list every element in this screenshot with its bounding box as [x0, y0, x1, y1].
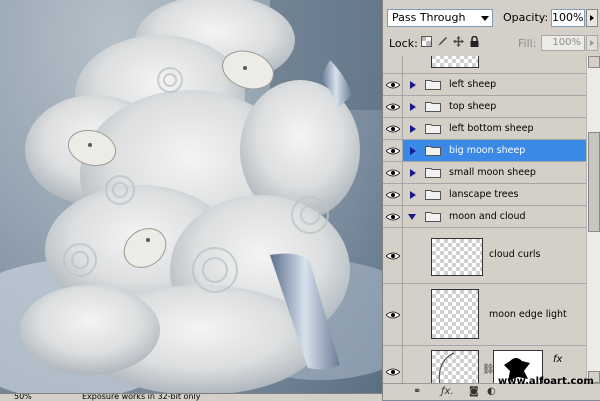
- folder-icon: [425, 146, 441, 156]
- scrollbar-thumb[interactable]: [588, 132, 600, 232]
- eye-icon[interactable]: [386, 81, 400, 89]
- eye-cell: [383, 206, 403, 227]
- blend-mode-value: Pass Through: [392, 11, 466, 24]
- opacity-label: Opacity:: [503, 11, 549, 24]
- lock-label: Lock:: [389, 37, 418, 50]
- eye-icon[interactable]: [386, 213, 400, 221]
- layer-group-name: lanscape trees: [449, 189, 519, 200]
- fill-slider-button[interactable]: [586, 35, 598, 51]
- eye-cell: [383, 140, 403, 161]
- eye-cell: [383, 118, 403, 139]
- layer-group-name: big moon sheep: [449, 145, 526, 156]
- layers-panel: Pass Through Opacity: 100% Lock: Fill: 1…: [382, 0, 600, 400]
- folder-icon: [425, 80, 441, 90]
- adjustment-icon[interactable]: ◐: [487, 387, 496, 397]
- scroll-up-button[interactable]: [588, 56, 600, 68]
- lock-transparent-icon[interactable]: [421, 36, 432, 47]
- layer-group-row[interactable]: left bottom sheep: [383, 118, 586, 140]
- expand-arrow-icon[interactable]: [410, 81, 416, 89]
- opacity-input[interactable]: 100%: [551, 9, 585, 27]
- eye-cell: [383, 346, 403, 383]
- eye-cell: [383, 96, 403, 117]
- eye-icon[interactable]: [386, 125, 400, 133]
- layer-group-name: small moon sheep: [449, 167, 536, 178]
- fill-label: Fill:: [518, 37, 537, 50]
- layer-group-row[interactable]: small moon sheep: [383, 162, 586, 184]
- folder-icon: [425, 124, 441, 134]
- eye-cell: [383, 74, 403, 95]
- expand-arrow-icon[interactable]: [410, 191, 416, 199]
- fill-input[interactable]: 100%: [541, 35, 585, 51]
- layer-thumbnail: [431, 350, 479, 383]
- layer-group-row-selected[interactable]: big moon sheep: [383, 140, 586, 162]
- opacity-slider-button[interactable]: [586, 9, 598, 27]
- eye-icon[interactable]: [386, 311, 400, 319]
- layer-thumbnail: [431, 289, 479, 339]
- mask-icon[interactable]: ◙: [469, 387, 479, 397]
- lock-move-icon[interactable]: [453, 36, 464, 47]
- link-icon[interactable]: ⚭: [413, 387, 421, 397]
- folder-open-icon: [425, 212, 441, 222]
- layer-thumbnail: [431, 56, 479, 68]
- eye-cell: [383, 184, 403, 205]
- layer-group-row[interactable]: lanscape trees: [383, 184, 586, 206]
- lock-brush-icon[interactable]: [437, 36, 448, 47]
- layer-group-row-expanded[interactable]: moon and cloud: [383, 206, 586, 228]
- layers-list: left sheep top sheep left bottom sheep b…: [383, 56, 586, 383]
- layers-scrollbar[interactable]: [586, 56, 600, 383]
- eye-icon[interactable]: [386, 252, 400, 260]
- layer-group-row[interactable]: top sheep: [383, 96, 586, 118]
- eye-cell: [383, 162, 403, 183]
- layer-group-name: top sheep: [449, 101, 497, 112]
- folder-icon: [425, 190, 441, 200]
- fx-icon[interactable]: ƒx.: [441, 387, 454, 397]
- eye-icon[interactable]: [386, 191, 400, 199]
- layer-name: moon edge light: [489, 309, 567, 320]
- layer-row-partial[interactable]: [383, 56, 586, 74]
- blend-mode-select[interactable]: Pass Through: [387, 9, 493, 27]
- expand-arrow-icon[interactable]: [410, 147, 416, 155]
- expand-arrow-icon[interactable]: [410, 125, 416, 133]
- layers-panel-header: Pass Through Opacity: 100% Lock: Fill: 1…: [383, 0, 600, 56]
- curve-icon: [438, 352, 455, 383]
- watermark-text: www.alfoart.com: [498, 376, 594, 387]
- layer-group-name: moon and cloud: [449, 211, 526, 222]
- artwork: [0, 0, 382, 393]
- collapse-arrow-icon[interactable]: [408, 214, 416, 220]
- layer-group-name: left sheep: [449, 79, 497, 90]
- eye-cell: [383, 284, 403, 345]
- folder-icon: [425, 168, 441, 178]
- eye-icon[interactable]: [386, 103, 400, 111]
- eye-icon[interactable]: [386, 368, 400, 376]
- layer-group-row[interactable]: left sheep: [383, 74, 586, 96]
- layer-fx-badge[interactable]: fx: [553, 354, 562, 365]
- expand-arrow-icon[interactable]: [410, 103, 416, 111]
- eye-cell: [383, 228, 403, 283]
- eye-cell: [383, 56, 403, 73]
- layer-row[interactable]: moon edge light: [383, 284, 586, 346]
- eye-icon[interactable]: [386, 169, 400, 177]
- folder-icon: [425, 102, 441, 112]
- lock-all-icon[interactable]: [469, 35, 480, 47]
- expand-arrow-icon[interactable]: [410, 169, 416, 177]
- eye-icon[interactable]: [386, 147, 400, 155]
- document-canvas[interactable]: [0, 0, 382, 393]
- layer-group-name: left bottom sheep: [449, 123, 534, 134]
- chevron-down-icon: [481, 16, 489, 21]
- layer-row[interactable]: cloud curls: [383, 228, 586, 284]
- layer-name: cloud curls: [489, 249, 541, 260]
- layer-thumbnail: [431, 238, 483, 276]
